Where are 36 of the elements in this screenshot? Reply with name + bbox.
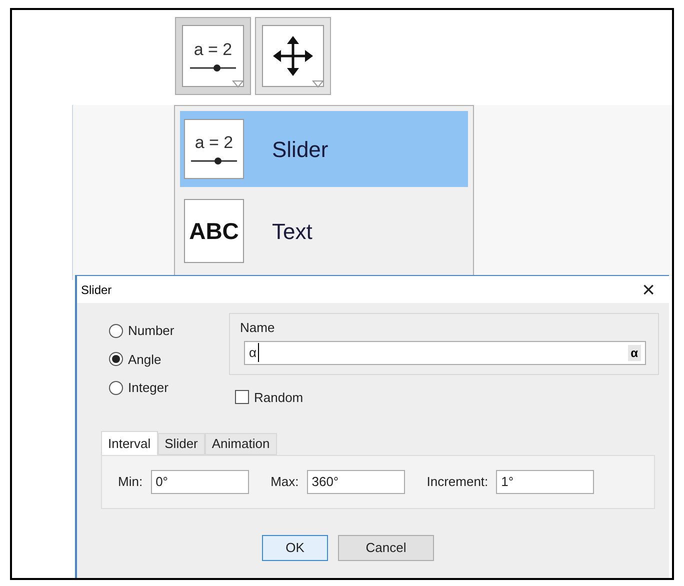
icon-label: ABC (189, 216, 239, 246)
tab[interactable]: Interval (101, 431, 158, 455)
name-input[interactable]: α α (244, 340, 646, 364)
radio-button[interactable] (109, 352, 123, 366)
menu-item[interactable]: ABC Text (180, 193, 468, 269)
dropdown-triangle-icon (312, 80, 324, 88)
field-label: Min: (118, 473, 143, 492)
radio-label: Integer (128, 379, 168, 397)
radio-label: Angle (128, 350, 162, 369)
radio-label: Number (128, 322, 174, 340)
symbol-button[interactable]: α (628, 344, 641, 360)
dialog-title: Slider (81, 282, 112, 298)
tab[interactable]: Animation (204, 433, 277, 455)
tab[interactable]: Slider (158, 433, 205, 455)
close-button[interactable]: × (642, 278, 655, 300)
dialog-button[interactable]: Cancel (338, 535, 434, 561)
text-field[interactable]: 1° (496, 470, 594, 494)
tool-button[interactable]: a = 2 (175, 17, 251, 95)
tool-button[interactable] (255, 17, 331, 95)
radio-button[interactable] (109, 324, 123, 338)
move-icon (273, 36, 313, 76)
menu-item[interactable]: a = 2 Slider (180, 111, 468, 187)
checkbox[interactable] (235, 390, 249, 404)
icon-label: a = 2 (194, 40, 232, 58)
slider-track-icon (190, 64, 236, 72)
text-field[interactable]: 360° (306, 470, 405, 494)
radio-button[interactable] (109, 380, 123, 395)
field-label: Increment: (426, 473, 488, 492)
slider-track-icon (191, 156, 237, 164)
group-label: Name (240, 319, 276, 337)
text-field[interactable]: 0° (150, 470, 249, 494)
checkbox-label: Random (254, 388, 304, 406)
field-label: Max: (270, 473, 299, 492)
dropdown-triangle-icon (232, 80, 244, 88)
icon-label: a = 2 (194, 134, 234, 150)
dialog-button[interactable]: OK (262, 535, 328, 561)
